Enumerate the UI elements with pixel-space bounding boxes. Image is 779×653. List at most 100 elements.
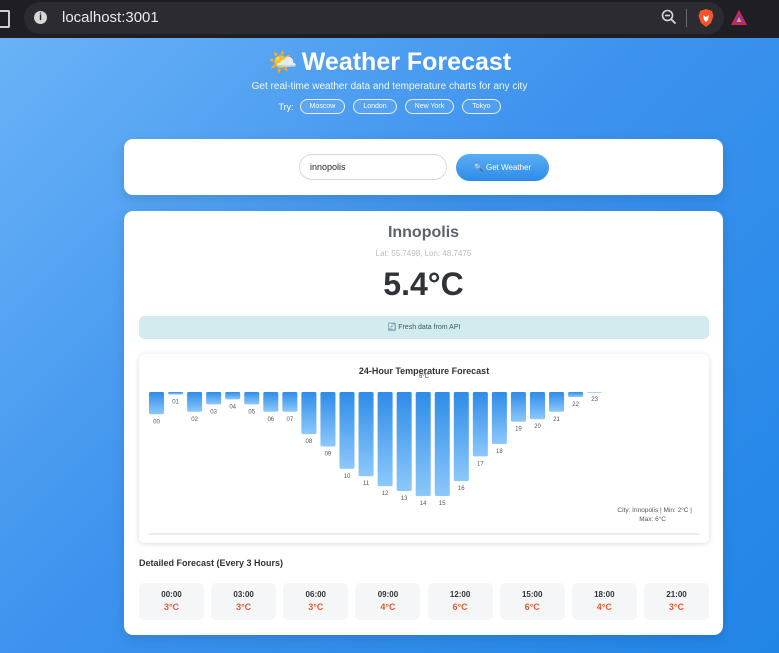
chart-x-tick-label: 08	[306, 439, 313, 445]
city-name: Innopolis	[387, 224, 460, 241]
city-chip-new-york[interactable]: New York	[404, 99, 455, 114]
data-source-status: 🔄 Fresh data from API	[139, 316, 709, 339]
chart-bar	[530, 392, 545, 420]
chart-x-tick-label: 23	[591, 397, 598, 403]
forecast-time: 12:00	[449, 590, 471, 599]
forecast-time: 09:00	[377, 590, 399, 599]
chart-bar	[358, 392, 374, 477]
chart-bar	[434, 392, 450, 496]
chart-x-tick-label: 02	[191, 417, 198, 423]
try-label: Try:	[278, 101, 294, 112]
chart-legend-line-2: Max: 6°C	[639, 515, 666, 523]
chart-bar	[168, 392, 184, 395]
forecast-time: 06:00	[305, 590, 327, 599]
chart-bar	[396, 392, 412, 492]
chart-bar	[549, 392, 565, 412]
chart-bar	[225, 392, 241, 400]
sidebar-toggle-icon[interactable]	[0, 10, 10, 28]
site-info-icon[interactable]: i	[34, 11, 47, 24]
chart-bars: 00 01 02 03 04 05 06 07 08 09 10 11 12 13 14 15 16 17 18 19…	[149, 392, 603, 507]
forecast-card: 03:00 3°C	[211, 583, 277, 620]
chart-bar	[472, 392, 488, 457]
chart-x-tick-label: 21	[553, 417, 560, 423]
get-weather-button[interactable]: 🔍 Get Weather	[456, 154, 549, 181]
current-temperature: 5.4°C	[383, 266, 464, 302]
chart-x-tick-label: 05	[248, 409, 255, 415]
chart-bar	[244, 392, 260, 405]
chart-bar	[206, 392, 222, 405]
url-text[interactable]: localhost:3001	[62, 9, 159, 26]
chart-x-tick-label: 07	[287, 417, 294, 423]
search-card: 🔍 Get Weather	[124, 139, 723, 195]
chart-bar	[282, 392, 298, 412]
city-chip-london[interactable]: London	[353, 99, 397, 114]
forecast-card: 18:00 4°C	[571, 583, 637, 620]
sun-cloud-icon: 🌤️	[267, 49, 298, 76]
chart-x-tick-label: 04	[229, 404, 236, 410]
detailed-forecast-heading: Detailed Forecast (Every 3 Hours)	[139, 558, 284, 568]
chart-x-tick-label: 13	[401, 496, 408, 502]
forecast-time: 18:00	[594, 590, 615, 599]
chart-x-tick-label: 16	[458, 486, 465, 492]
forecast-temp: 3°C	[308, 602, 324, 612]
chart-bar	[149, 392, 164, 415]
chart-peak-label: 6°C	[419, 374, 430, 380]
quick-cities: Try: Moscow London New York Tokyo	[0, 99, 779, 114]
chart-bar	[587, 392, 603, 393]
city-coordinates: Lat: 55.7498, Lon: 48.7475	[375, 249, 472, 258]
chart-legend-line-1: City: Innopolis | Min: 2°C |	[617, 506, 692, 514]
brave-rewards-icon[interactable]	[730, 9, 748, 27]
city-chip-moscow[interactable]: Moscow	[299, 99, 346, 114]
forecast-temp: 6°C	[524, 602, 540, 612]
chart-x-tick-label: 17	[477, 461, 484, 467]
forecast-card: 00:00 3°C	[139, 583, 204, 620]
brave-shields-icon[interactable]	[696, 8, 716, 28]
chart-x-tick-label: 22	[572, 402, 579, 408]
page-viewport: 🌤️ Weather Forecast Get real-time weather…	[0, 38, 779, 653]
forecast-card: 06:00 3°C	[283, 583, 349, 620]
forecast-time: 21:00	[666, 590, 687, 599]
chart-bar	[187, 392, 203, 412]
chart-bar	[491, 392, 507, 444]
chart-bar	[320, 392, 336, 447]
chart-x-tick-label: 19	[515, 427, 522, 433]
forecast-time: 00:00	[161, 590, 182, 599]
chart-bar	[301, 392, 317, 435]
temperature-chart: 24-Hour Temperature Forecast 00010203040…	[149, 366, 699, 535]
zoom-out-icon[interactable]	[661, 9, 677, 25]
chart-x-tick-label: 14	[420, 501, 427, 507]
chart-x-tick-label: 10	[344, 474, 351, 480]
forecast-time: 15:00	[521, 590, 543, 599]
chart-bar	[510, 392, 526, 422]
forecast-card: 12:00 6°C	[427, 583, 493, 620]
city-search-input[interactable]	[299, 154, 447, 180]
chart-x-tick-label: 00	[153, 419, 160, 425]
data-source-text: Fresh data from API	[398, 324, 461, 331]
chart-x-tick-label: 09	[325, 451, 332, 457]
forecast-temp: 3°C	[236, 602, 252, 612]
chart-x-tick-label: 01	[172, 399, 179, 405]
forecast-temp: 3°C	[163, 602, 180, 612]
chart-x-tick-label: 03	[210, 409, 217, 415]
forecast-time: 03:00	[233, 590, 254, 599]
address-bar[interactable]: i localhost:3001	[24, 2, 747, 34]
detailed-forecast-list: 00:00 3°C 03:00 3°C 06:00 3°C 09:00 4°C 12:00 6°C…	[139, 583, 709, 620]
search-icon: 🔍	[473, 163, 484, 172]
forecast-temp: 4°C	[380, 602, 396, 612]
chart-bar	[415, 392, 431, 496]
chart-x-tick-label: 11	[363, 481, 370, 487]
chart-bar	[263, 392, 279, 412]
forecast-card: 09:00 4°C	[355, 583, 421, 620]
forecast-card: 15:00 6°C	[499, 583, 565, 620]
temperature-chart-card: 24-Hour Temperature Forecast 00 01 02 03 04 0…	[139, 354, 709, 543]
page-header: 🌤️ Weather Forecast Get real-time weather…	[0, 46, 779, 114]
page-title-text: Weather Forecast	[301, 48, 512, 76]
chart-x-tick-label: 12	[382, 491, 389, 497]
toolbar-divider	[686, 9, 687, 27]
forecast-temp: 4°C	[596, 602, 612, 612]
forecast-card: 21:00 3°C	[643, 583, 709, 620]
chart-bar	[339, 392, 355, 469]
weather-result-card: Innopolis Lat: 55.7498, Lon: 48.7475 5.4…	[124, 211, 723, 635]
city-chip-tokyo[interactable]: Tokyo	[462, 99, 501, 114]
forecast-temp: 6°C	[452, 602, 468, 612]
